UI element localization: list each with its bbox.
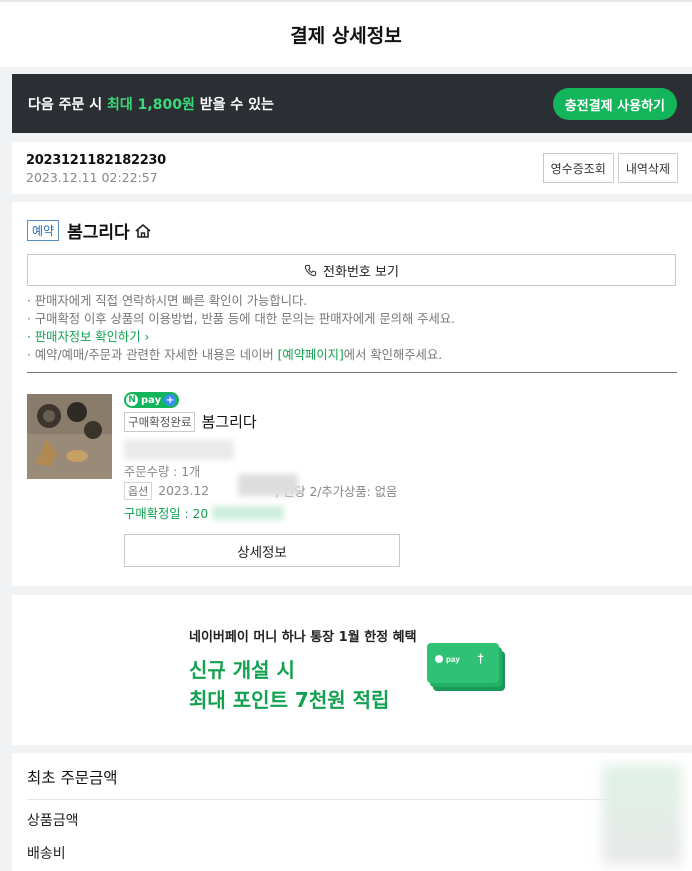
svg-text:pay: pay [446, 655, 460, 664]
note-item: · 구매확정 이후 상품의 이용방법, 반품 등에 대한 문의는 판매자에게 문… [27, 312, 456, 326]
view-phone-button[interactable]: 전화번호 보기 [27, 254, 676, 286]
reservation-page-link[interactable]: [예약페이지] [278, 348, 344, 362]
promo-banner: 다음 주문 시 최대 1,800원 받을 수 있는 충전결제 사용하기 [12, 74, 692, 133]
charge-pay-button[interactable]: 충전결제 사용하기 [552, 88, 677, 120]
svg-text:†: † [477, 651, 484, 666]
seller-info-link[interactable]: · 판매자정보 확인하기 › [27, 328, 455, 346]
divider [27, 372, 677, 373]
option-badge: 옵션 [124, 482, 153, 500]
divider [27, 799, 647, 800]
npay-ad-banner[interactable]: 네이버페이 머니 하나 통장 1월 한정 혜택 신규 개설 시 최대 포인트 7… [12, 595, 692, 745]
promo-highlight: 최대 1,800원 [107, 96, 195, 113]
phone-icon [304, 264, 317, 276]
product-thumbnail[interactable] [27, 394, 112, 479]
note-item: · 판매자에게 직접 연락하시면 빠른 확인이 가능합니다. [27, 294, 308, 308]
banner-subtitle: 네이버페이 머니 하나 통장 1월 한정 혜택 [189, 630, 417, 645]
shop-name[interactable]: 봄그리다 [67, 218, 130, 243]
npay-n-icon: N [126, 394, 138, 406]
purchase-confirm-date: 구매확정일 : 20 [124, 507, 209, 521]
npay-plus-badge: N pay + [124, 392, 180, 408]
note-item: · 예약/예매/주문과 관련한 자세한 내용은 네이버 [예약페이지]에서 확인… [27, 348, 443, 362]
blurred-amounts [602, 765, 682, 865]
product-name[interactable]: 봄그리다 [201, 411, 256, 432]
page-header: 결제 상세정보 [0, 0, 692, 67]
receipt-button[interactable]: 영수증조회 [542, 153, 614, 183]
seller-notes: · 판매자에게 직접 연락하시면 빠른 확인이 가능합니다. · 구매확정 이후… [27, 292, 455, 364]
order-quantity: 주문수량 : 1개 [124, 465, 201, 479]
detail-info-button[interactable]: 상세정보 [124, 534, 400, 567]
home-icon[interactable] [134, 222, 152, 240]
product-amount-label: 상품금액 [27, 813, 79, 829]
reservation-badge: 예약 [27, 220, 60, 241]
blurred-text [212, 506, 284, 520]
option-text: 2023.12 [158, 484, 210, 498]
seller-section: 예약 봄그리다 전화번호 보기 · 판매자에게 직접 연락하시면 빠른 확인이 … [12, 202, 692, 586]
delete-history-button[interactable]: 내역삭제 [617, 153, 678, 183]
bankbook-card-icon: pay † [427, 643, 505, 691]
status-badge: 구매확정완료 [124, 411, 196, 432]
product-image [27, 394, 112, 479]
banner-headline: 신규 개설 시 최대 포인트 7천원 적립 [189, 658, 390, 712]
order-summary: 최초 주문금액 상품금액 배송비 [12, 753, 692, 871]
summary-title: 최초 주문금액 [27, 769, 118, 787]
page-title: 결제 상세정보 [290, 25, 402, 47]
order-info: 2023121182182230 2023.12.11 02:22:57 영수증… [12, 142, 692, 194]
plus-icon: + [164, 394, 177, 406]
shipping-fee-label: 배송비 [27, 846, 66, 862]
blurred-text [238, 474, 298, 496]
promo-text: 다음 주문 시 최대 1,800원 받을 수 있는 [28, 96, 274, 113]
blurred-text [124, 440, 234, 460]
